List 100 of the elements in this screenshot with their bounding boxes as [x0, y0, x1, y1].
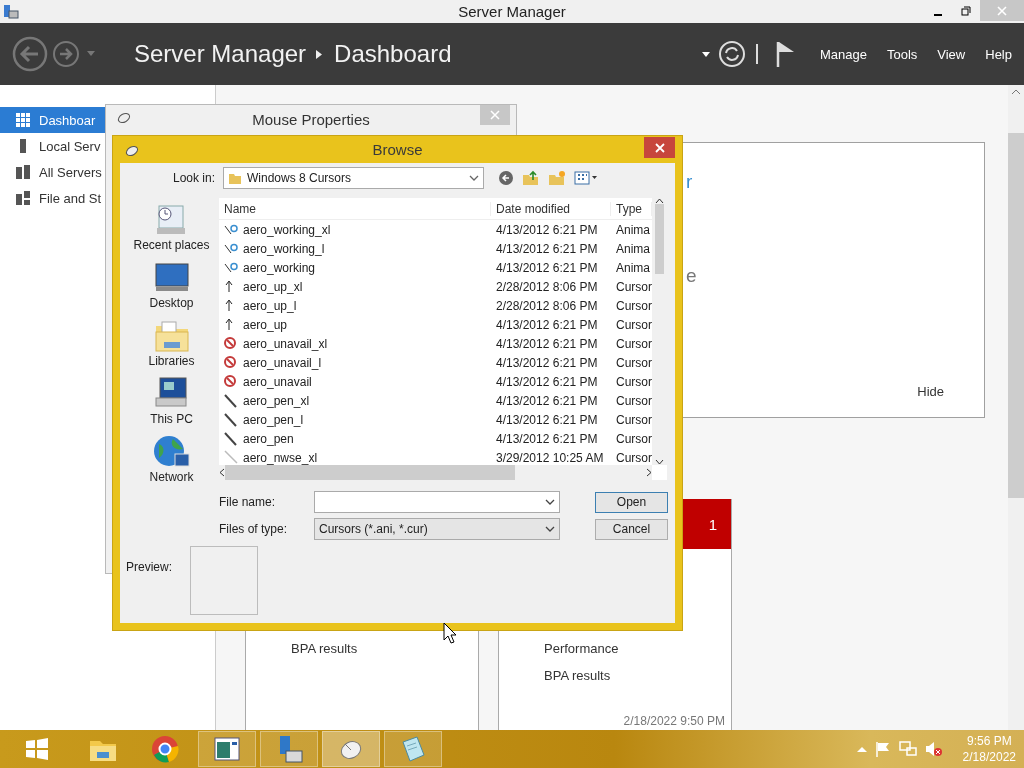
scrollbar[interactable]	[1008, 85, 1024, 730]
unavailable-icon	[224, 335, 238, 352]
unavailable-icon	[224, 354, 238, 371]
forward-button[interactable]	[52, 40, 80, 68]
file-name[interactable]: aero_unavail_xl	[243, 336, 328, 351]
place-label[interactable]: Libraries	[148, 354, 195, 368]
file-name[interactable]: aero_unavail_l	[243, 355, 322, 370]
flag-icon[interactable]	[874, 741, 891, 757]
table-cell-text: 4/13/2012 6:21 PM	[495, 393, 599, 408]
table-cell-text: 4/13/2012 6:21 PM	[495, 260, 599, 275]
server-manager-app-icon	[3, 3, 19, 19]
preview-box	[190, 546, 258, 615]
chevron-down-icon[interactable]	[545, 526, 555, 532]
chevron-down-icon[interactable]	[545, 499, 555, 505]
look-in-dropdown[interactable]: Windows 8 Cursors	[223, 167, 484, 189]
dropdown-arrow-icon[interactable]	[701, 51, 710, 57]
scrollbar-thumb[interactable]	[225, 465, 515, 480]
window-title: Mouse Properties	[252, 111, 370, 128]
cancel-button[interactable]: Cancel	[595, 518, 668, 540]
file-name[interactable]: aero_pen_xl	[243, 393, 310, 408]
scrollbar[interactable]	[219, 465, 652, 480]
scroll-down-icon[interactable]	[655, 459, 664, 465]
heading-fragment: e	[686, 265, 697, 287]
place-label[interactable]: Recent places	[133, 238, 210, 252]
browser-icon[interactable]	[150, 734, 180, 764]
menu-item[interactable]: Manage	[819, 46, 867, 62]
column-header[interactable]: Date modified	[491, 201, 611, 216]
timestamp: 2/18/2022 9:50 PM	[623, 714, 725, 728]
taskbar-button[interactable]	[260, 731, 318, 767]
scrollbar-thumb[interactable]	[655, 204, 664, 274]
sidebar-item[interactable]: Local Serv	[0, 133, 105, 159]
place-label[interactable]: This PC	[150, 412, 193, 426]
file-type-dropdown[interactable]: Cursors (*.ani, *.cur)	[314, 518, 560, 540]
file-name[interactable]: aero_unavail	[243, 374, 312, 389]
taskbar-button[interactable]	[322, 731, 380, 767]
menu-item[interactable]: Tools	[886, 46, 918, 62]
breadcrumb-separator-icon	[316, 49, 323, 59]
refresh-button[interactable]	[717, 40, 746, 68]
diagonal-resize-icon	[224, 449, 238, 465]
up-folder-icon[interactable]	[522, 170, 540, 186]
file-name[interactable]: aero_up_l	[243, 298, 297, 313]
network-icon[interactable]	[898, 741, 917, 757]
tile-link[interactable]: BPA results	[544, 668, 611, 683]
sidebar-item[interactable]: File and St	[0, 185, 105, 211]
file-name[interactable]: aero_up	[243, 317, 288, 332]
unavailable-icon	[224, 373, 238, 390]
table-cell-text: 4/13/2012 6:21 PM	[495, 431, 599, 446]
hide-link[interactable]: Hide	[917, 384, 944, 399]
grid-icon	[15, 112, 31, 128]
table-cell-text: 4/13/2012 6:21 PM	[495, 336, 599, 351]
file-name[interactable]: aero_working_xl	[243, 222, 331, 237]
table-cell-text: Cursor	[615, 355, 652, 370]
speaker-muted-icon[interactable]	[924, 741, 943, 757]
menu-item[interactable]: Help	[985, 46, 1012, 62]
window-icon[interactable]	[212, 734, 242, 764]
file-name[interactable]: aero_pen	[243, 431, 294, 446]
table-cell-text: 4/13/2012 6:21 PM	[495, 317, 599, 332]
busy-cursor-icon	[224, 243, 238, 254]
back-button[interactable]	[498, 170, 514, 186]
column-header[interactable]: Name	[219, 201, 491, 216]
file-name[interactable]: aero_nwse_xl	[243, 450, 318, 465]
file-name-field[interactable]	[314, 491, 560, 513]
file-name[interactable]: aero_pen_l	[243, 412, 304, 427]
view-menu-icon[interactable]	[574, 171, 598, 185]
table-cell-text: 4/13/2012 6:21 PM	[495, 355, 599, 370]
new-folder-icon[interactable]	[548, 170, 566, 186]
table-cell-text: Cursor	[615, 374, 652, 389]
globe-icon[interactable]	[151, 434, 192, 470]
tile-link[interactable]: Performance	[544, 641, 619, 656]
menu-item[interactable]: View	[937, 46, 966, 62]
tile-link[interactable]: BPA results	[291, 641, 358, 656]
chevron-down-icon[interactable]	[469, 175, 479, 181]
table-cell-text: Anima	[615, 222, 651, 237]
back-button[interactable]	[12, 36, 48, 72]
scroll-right-icon[interactable]	[646, 468, 652, 477]
busy-cursor-icon	[224, 262, 238, 273]
table-cell-text: 4/13/2012 6:21 PM	[495, 222, 599, 237]
table-cell-text: Cursor	[615, 450, 652, 465]
scroll-up-icon[interactable]	[655, 198, 664, 204]
table-cell-text: 4/13/2012 6:21 PM	[495, 412, 599, 427]
file-name[interactable]: aero_working_l	[243, 241, 325, 256]
table-cell-text: 4/13/2012 6:21 PM	[495, 374, 599, 389]
pen-cursor-icon	[224, 430, 238, 447]
file-name[interactable]: aero_up_xl	[243, 279, 303, 294]
breadcrumb-item[interactable]: Dashboard	[334, 40, 452, 68]
notifications-flag-icon[interactable]	[775, 40, 796, 68]
sidebar-item[interactable]: All Servers	[0, 159, 105, 185]
scroll-up-icon[interactable]	[1011, 89, 1021, 95]
place-label[interactable]: Desktop	[149, 296, 194, 310]
table-cell-text: 3/29/2012 10:25 AM	[495, 450, 605, 465]
taskbar-button[interactable]	[384, 731, 442, 767]
close-button[interactable]	[644, 137, 675, 158]
taskbar-button[interactable]	[198, 731, 256, 767]
place-label[interactable]: Network	[149, 470, 194, 484]
file-name[interactable]: aero_working	[243, 260, 316, 275]
scroll-left-icon[interactable]	[219, 468, 225, 477]
breadcrumb-item[interactable]: Server Manager	[134, 40, 307, 68]
show-hidden-icons[interactable]	[856, 746, 867, 752]
open-button[interactable]: Open	[595, 491, 668, 513]
table-cell-text: Anima	[615, 241, 651, 256]
